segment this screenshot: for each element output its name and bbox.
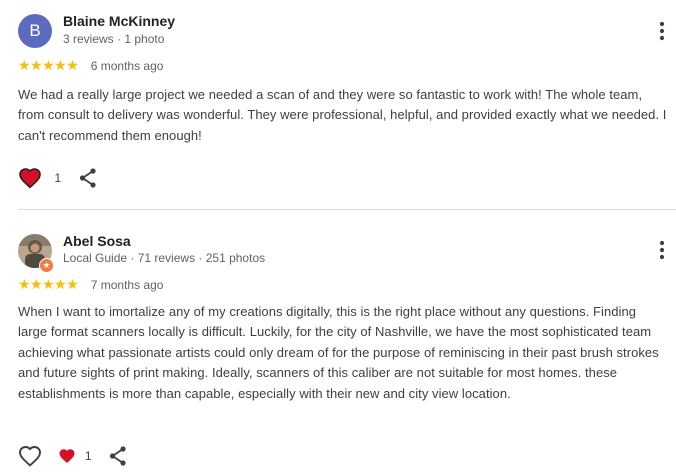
share-button[interactable]	[108, 445, 128, 467]
star-rating: ★★★★★	[18, 276, 79, 293]
star-rating: ★★★★★	[18, 57, 79, 74]
review-date: 7 months ago	[90, 277, 164, 292]
heart-outline-icon	[19, 446, 41, 467]
avatar[interactable]: B	[18, 14, 52, 48]
share-button[interactable]	[78, 167, 98, 189]
review-text: When I want to imortalize any of my crea…	[18, 304, 659, 401]
review-date: 6 months ago	[90, 58, 164, 73]
like-button[interactable]	[18, 166, 42, 190]
avatar-letter: B	[29, 21, 41, 40]
heart-icon	[19, 168, 41, 189]
more-options-button[interactable]	[652, 238, 672, 262]
reviewer-name[interactable]: Abel Sosa	[63, 233, 131, 249]
review-actions: 1	[18, 444, 128, 468]
like-count: 1	[54, 171, 62, 185]
rating-row: ★★★★★ 7 months ago	[18, 276, 163, 292]
review-text: We had a really large project we needed …	[18, 87, 667, 143]
reviewer-meta[interactable]: 3 reviews · 1 photo	[63, 32, 164, 46]
more-vert-icon	[659, 240, 665, 260]
reaction-heart	[58, 447, 76, 465]
heart-icon	[59, 449, 75, 464]
rating-row: ★★★★★ 6 months ago	[18, 57, 163, 73]
reviewer-meta[interactable]: Local Guide · 71 reviews · 251 photos	[63, 251, 265, 265]
review-actions: 1	[18, 166, 98, 190]
share-icon	[109, 446, 126, 466]
more-options-button[interactable]	[652, 19, 672, 43]
review-card: ★ Abel Sosa Local Guide · 71 reviews · 2…	[0, 210, 676, 476]
like-count: 1	[84, 449, 92, 463]
like-button[interactable]	[18, 444, 42, 468]
local-guide-badge-icon: ★	[39, 258, 54, 273]
more-vert-icon	[659, 21, 665, 41]
review-card: B Blaine McKinney 3 reviews · 1 photo ★★…	[0, 0, 676, 209]
share-icon	[79, 168, 96, 188]
reviewer-name[interactable]: Blaine McKinney	[63, 13, 175, 29]
